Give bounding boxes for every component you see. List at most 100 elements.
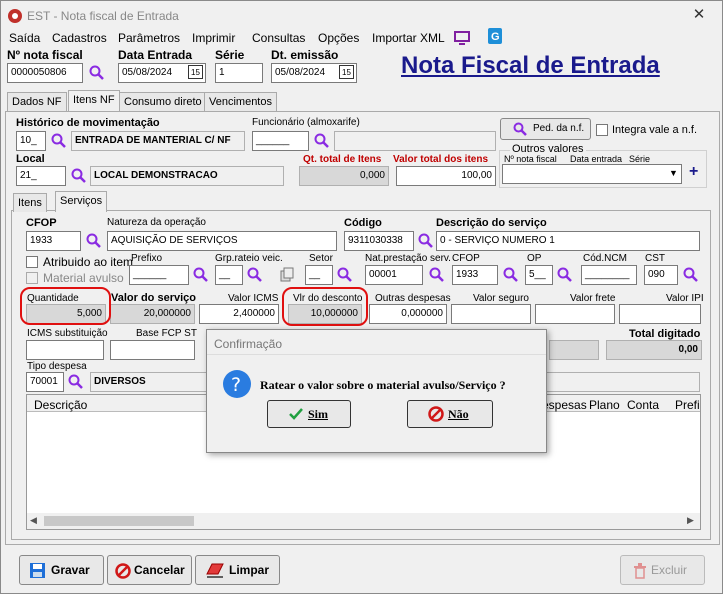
local-code-field[interactable]: 21_ [16,166,66,186]
search-icon[interactable] [557,267,573,283]
menu-saida[interactable]: Saída [9,31,40,45]
search-icon[interactable] [337,267,353,283]
valor-ipi-field[interactable] [619,304,701,324]
menu-opcoes[interactable]: Opções [318,31,359,45]
menu-importar-xml[interactable]: Importar XML [372,31,445,45]
search-icon[interactable] [503,267,519,283]
funcionario-code-field[interactable]: ______ [252,131,309,151]
scroll-left-icon[interactable]: ◀ [30,515,37,526]
integra-checkbox[interactable] [596,124,608,136]
search-icon[interactable] [193,267,209,283]
scroll-thumb[interactable] [44,516,194,526]
svg-text:?: ? [231,374,241,396]
codigo-label: Código [344,217,382,229]
g-app-icon[interactable]: G [488,28,502,44]
search-icon[interactable] [89,65,105,81]
serie-field[interactable]: 1 [215,63,263,83]
limpar-button[interactable]: Limpar [195,555,280,585]
scroll-right-icon[interactable]: ▶ [687,515,694,526]
icms-sub-field[interactable] [26,340,104,360]
material-avulso-checkbox[interactable] [26,272,38,284]
gravar-label: Gravar [51,563,90,577]
tab-vencimentos[interactable]: Vencimentos [204,92,277,111]
monitor-icon[interactable] [454,31,470,45]
nao-button[interactable]: Não [407,400,493,428]
outros-valores-select[interactable] [502,164,682,184]
natureza-label: Natureza da operação [107,217,206,228]
grid-col-despesas[interactable]: espesas [542,398,587,412]
tipo-despesa-code-field[interactable]: 70001 [26,372,64,392]
atribuido-checkbox[interactable] [26,256,38,268]
subtab-itens[interactable]: Itens [13,193,47,212]
ncm-field[interactable]: ________ [581,265,637,285]
copy-icon[interactable] [279,267,295,283]
natureza-field[interactable]: AQUISIÇÃO DE SERVIÇOS [107,231,337,251]
local-label: Local [16,153,45,165]
tab-consumo-direto[interactable]: Consumo direto [119,92,207,111]
search-icon[interactable] [51,133,67,149]
cancelar-button[interactable]: Cancelar [107,555,192,585]
cfop2-field[interactable]: 1933 [452,265,498,285]
valor-total-field[interactable]: 100,00 [396,166,496,186]
dt-emissao-label: Dt. emissão [271,48,339,62]
valor-icms-field[interactable]: 2,400000 [199,304,279,324]
valor-frete-field[interactable] [535,304,615,324]
gravar-button[interactable]: Gravar [19,555,104,585]
ncm-label: Cód.NCM [583,253,627,264]
eraser-icon [206,563,224,578]
base-fcp-field[interactable] [110,340,195,360]
search-icon[interactable] [68,374,84,390]
search-icon[interactable] [683,267,699,283]
cfop-field[interactable]: 1933 [26,231,81,251]
app-icon [8,9,22,23]
ped-nf-button[interactable]: Ped. da n.f. [500,118,591,140]
search-icon[interactable] [86,233,102,249]
descricao-field[interactable]: 0 - SERVIÇO NUMERO 1 [436,231,700,251]
tab-itens-nf[interactable]: Itens NF [68,90,120,111]
qt-total-field: 0,000 [299,166,389,186]
valor-seguro-field[interactable] [451,304,531,324]
historico-code-field[interactable]: 10_ [16,131,46,151]
question-icon: ? [223,370,251,398]
close-button[interactable]: ✕ [685,5,713,25]
historico-desc-field: ENTRADA DE MANTERIAL C/ NF [71,131,245,151]
search-icon[interactable] [314,133,330,149]
cst-field[interactable]: 090 [644,265,678,285]
menu-imprimir[interactable]: Imprimir [192,31,235,45]
grid-col-plano[interactable]: Plano [589,398,620,412]
dialog-body [207,354,546,452]
excluir-button[interactable]: Excluir [620,555,705,585]
calendar-icon[interactable]: 15 [339,65,354,79]
grid-col-prefixo[interactable]: Prefi [675,398,700,412]
outras-despesas-field[interactable]: 0,000000 [369,304,447,324]
integra-label: Integra vale a n.f. [612,124,697,136]
sim-button[interactable]: Sim [267,400,351,428]
nf-label: Nº nota fiscal [7,48,83,62]
op-field[interactable]: 5__ [525,265,553,285]
nf-number-field[interactable]: 0000050806 [7,63,83,83]
menu-parametros[interactable]: Parâmetros [118,31,180,45]
highlight-quantidade [20,287,111,325]
horizontal-scrollbar[interactable]: ◀ ▶ [27,513,700,529]
menu-consultas[interactable]: Consultas [252,31,305,45]
chevron-down-icon[interactable]: ▼ [669,168,678,178]
search-icon[interactable] [247,267,263,283]
setor-field[interactable]: __ [305,265,333,285]
total-digitado-label: Total digitado [629,328,701,340]
tipo-despesa-desc-ext [546,372,700,392]
menu-cadastros[interactable]: Cadastros [52,31,107,45]
grid-col-conta[interactable]: Conta [627,398,659,412]
natprest-field[interactable]: 00001 [365,265,423,285]
codigo-field[interactable]: 9311030338 [344,231,414,251]
add-icon[interactable]: + [689,163,698,181]
tab-dados-nf[interactable]: Dados NF [7,92,67,111]
grid-col-descricao[interactable]: Descrição [34,398,87,412]
search-icon[interactable] [429,267,445,283]
calendar-icon[interactable]: 15 [188,65,203,79]
prefixo-field[interactable]: ______ [129,265,189,285]
search-icon[interactable] [418,233,434,249]
subtab-servicos[interactable]: Serviços [55,191,108,212]
search-icon[interactable] [71,168,87,184]
svg-text:G: G [491,31,500,43]
grp-rateio-field[interactable]: __ [215,265,243,285]
